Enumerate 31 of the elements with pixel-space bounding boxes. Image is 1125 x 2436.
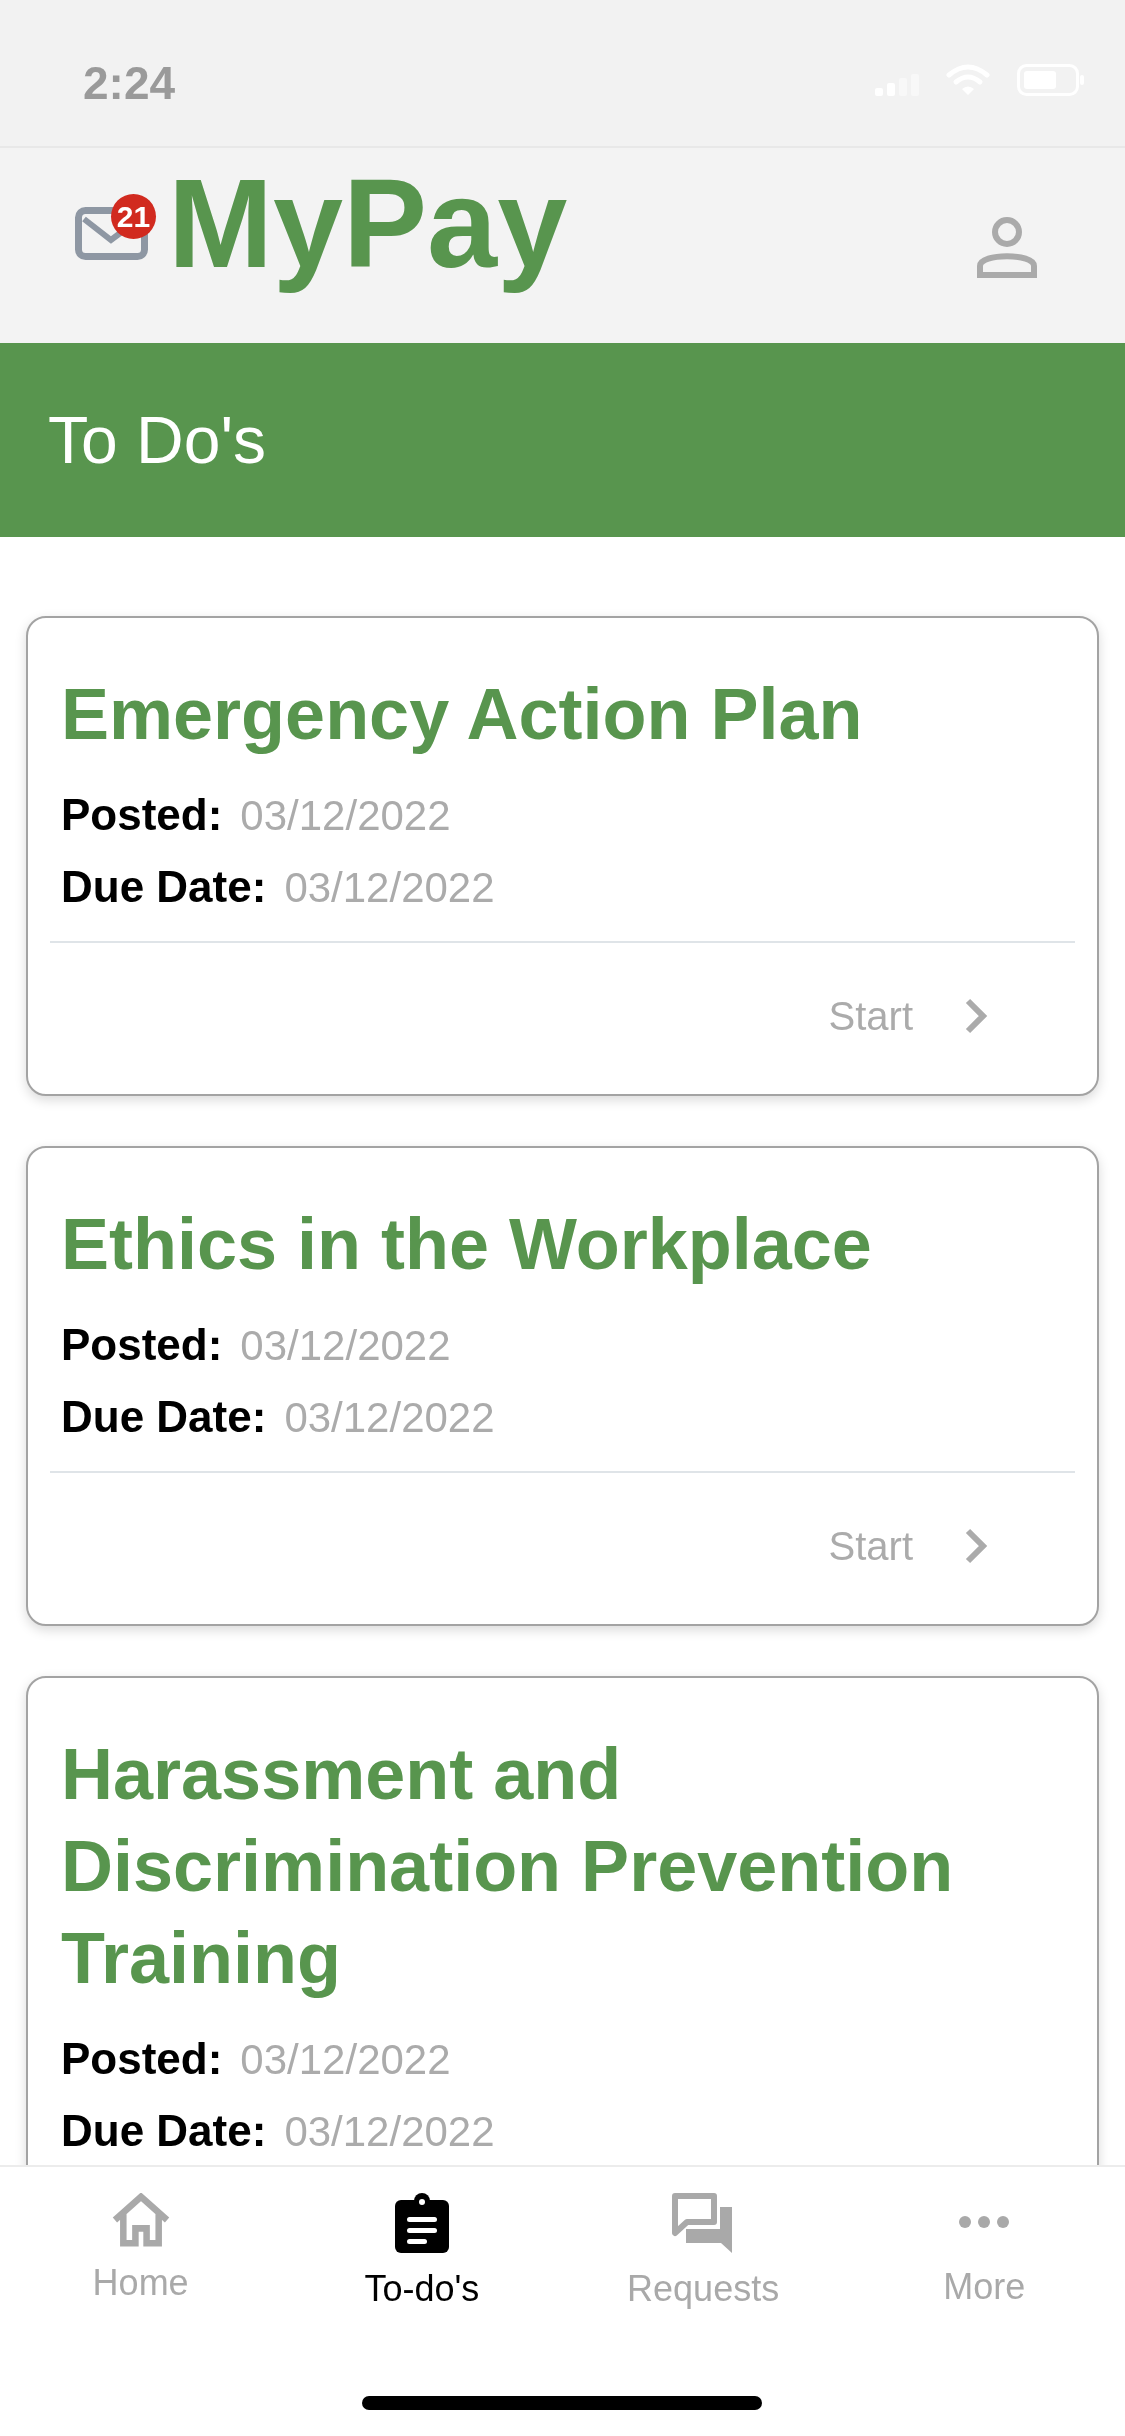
chat-bubbles-icon: [672, 2193, 735, 2253]
posted-date: 03/12/2022: [240, 1321, 451, 1371]
chevron-right-icon: [964, 1527, 988, 1565]
due-date-label: Due Date:: [61, 861, 267, 913]
app-title: MyPay: [168, 152, 568, 296]
start-button[interactable]: Start: [828, 996, 988, 1036]
due-date: 03/12/2022: [284, 863, 495, 913]
clipboard-icon: [394, 2193, 449, 2253]
tab[interactable]: More: [943, 2193, 1026, 2305]
due-date-label: Due Date:: [61, 2105, 267, 2157]
tab[interactable]: Requests: [627, 2193, 780, 2307]
posted-date: 03/12/2022: [240, 791, 451, 841]
chevron-right-icon: [964, 997, 988, 1035]
due-date: 03/12/2022: [284, 1393, 495, 1443]
home-icon: [111, 2193, 170, 2247]
status-time: 2:24: [83, 60, 176, 106]
start-button[interactable]: Start: [828, 1526, 988, 1566]
posted-date: 03/12/2022: [240, 2035, 451, 2085]
todo-title: Ethics in the Workplace: [60, 1203, 873, 1286]
unread-badge: 21: [111, 194, 156, 239]
posted-label: Posted:: [61, 1319, 223, 1371]
more-icon: [959, 2215, 1010, 2229]
due-date: 03/12/2022: [284, 2107, 495, 2157]
page-title: To Do's: [48, 407, 266, 473]
due-date-label: Due Date:: [61, 1391, 267, 1443]
posted-label: Posted:: [61, 2033, 223, 2085]
tab[interactable]: Home: [92, 2193, 189, 2301]
todo-title: Harassment and Discrimination Prevention Training: [60, 1733, 955, 2000]
posted-label: Posted:: [61, 789, 223, 841]
todo-title: Emergency Action Plan: [60, 673, 864, 756]
tab[interactable]: To-do's: [364, 2193, 480, 2307]
